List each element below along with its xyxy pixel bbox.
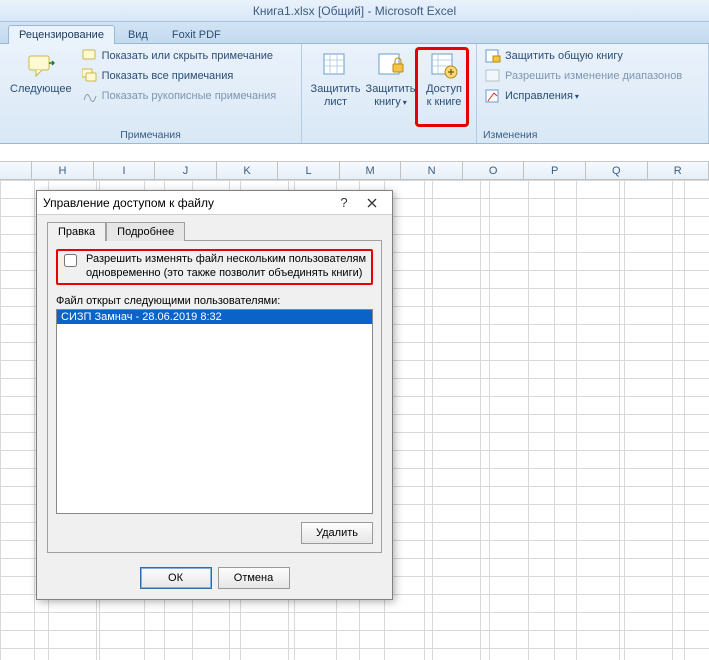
dialog-tab-edit[interactable]: Правка (47, 222, 106, 241)
allow-multi-user-label: Разрешить изменять файл нескольким польз… (86, 253, 369, 281)
row-header-corner (0, 162, 32, 179)
group-title-comments: Примечания (6, 128, 295, 142)
column-header[interactable]: H (32, 162, 94, 179)
show-hide-comment-label: Показать или скрыть примечание (102, 50, 273, 62)
column-header[interactable]: J (155, 162, 217, 179)
protect-workbook-button[interactable]: Защитить книгу (363, 47, 418, 110)
users-list-label: Файл открыт следующими пользователями: (56, 295, 373, 307)
dialog-close-button[interactable] (358, 193, 386, 213)
group-title-protect (308, 128, 470, 142)
show-all-comments-button[interactable]: Показать все примечания (80, 67, 279, 85)
dialog-panel: Разрешить изменять файл нескольким польз… (47, 240, 382, 553)
sheet-lock-icon (320, 49, 352, 81)
users-list[interactable]: СИЗП Замнач - 28.06.2019 8:32 (56, 309, 373, 514)
dialog-title: Управление доступом к файлу (43, 196, 330, 210)
column-header[interactable]: I (94, 162, 156, 179)
close-icon (367, 198, 377, 208)
protect-sheet-button[interactable]: Защитить лист (308, 47, 363, 110)
next-comment-button[interactable]: Следующее (6, 47, 76, 98)
ok-button[interactable]: ОК (140, 567, 212, 589)
tab-view[interactable]: Вид (117, 25, 159, 44)
ranges-icon (485, 68, 501, 84)
column-header[interactable]: M (340, 162, 402, 179)
allow-ranges-label: Разрешить изменение диапазонов (505, 70, 682, 82)
column-header[interactable]: L (278, 162, 340, 179)
ink-icon (82, 88, 98, 104)
show-ink-label: Показать рукописные примечания (102, 90, 277, 102)
column-header[interactable]: N (401, 162, 463, 179)
protect-sheet-label: Защитить лист (311, 83, 361, 108)
column-header[interactable]: Q (586, 162, 648, 179)
column-headers: HIJKLMNOPQR (0, 162, 709, 180)
track-changes-label: Исправления (505, 90, 579, 102)
share-workbook-label: Доступ к книге (426, 83, 462, 108)
ribbon: Следующее Показать или скрыть примечание… (0, 44, 709, 144)
column-header[interactable]: R (648, 162, 709, 179)
shared-lock-icon (485, 48, 501, 64)
allow-multi-user-checkbox[interactable] (64, 254, 77, 267)
show-ink-button: Показать рукописные примечания (80, 87, 279, 105)
book-lock-icon (375, 49, 407, 81)
tab-foxit[interactable]: Foxit PDF (161, 25, 232, 44)
group-title-changes: Изменения (483, 128, 702, 142)
track-icon (485, 88, 501, 104)
column-header[interactable]: O (463, 162, 525, 179)
protect-shared-label: Защитить общую книгу (505, 50, 623, 62)
user-list-item[interactable]: СИЗП Замнач - 28.06.2019 8:32 (57, 310, 372, 324)
dialog-titlebar: Управление доступом к файлу ? (37, 191, 392, 215)
show-all-comments-label: Показать все примечания (102, 70, 234, 82)
allow-ranges-button: Разрешить изменение диапазонов (483, 67, 684, 85)
share-workbook-button[interactable]: Доступ к книге (418, 47, 470, 110)
dialog-help-button[interactable]: ? (330, 193, 358, 213)
ribbon-tabs: Рецензирование Вид Foxit PDF (0, 22, 709, 44)
dialog-tabs: Правка Подробнее (47, 221, 382, 240)
window-title: Книга1.xlsx [Общий] - Microsoft Excel (0, 0, 709, 22)
comments-icon (82, 68, 98, 84)
share-workbook-dialog: Управление доступом к файлу ? Правка Под… (36, 190, 393, 600)
protect-workbook-label: Защитить книгу (366, 83, 416, 108)
cancel-button[interactable]: Отмена (218, 567, 290, 589)
protect-shared-button[interactable]: Защитить общую книгу (483, 47, 684, 65)
dialog-tab-more[interactable]: Подробнее (106, 222, 185, 241)
show-hide-comment-button[interactable]: Показать или скрыть примечание (80, 47, 279, 65)
tab-review[interactable]: Рецензирование (8, 25, 115, 44)
formula-bar[interactable] (0, 144, 709, 162)
column-header[interactable]: K (217, 162, 279, 179)
next-comment-label: Следующее (10, 83, 72, 96)
comment-nav-icon (25, 49, 57, 81)
delete-user-button[interactable]: Удалить (301, 522, 373, 544)
column-header[interactable]: P (524, 162, 586, 179)
allow-multi-user-row: Разрешить изменять файл нескольким польз… (56, 249, 373, 285)
comment-icon (82, 48, 98, 64)
share-book-icon (428, 49, 460, 81)
track-changes-button[interactable]: Исправления (483, 87, 684, 105)
